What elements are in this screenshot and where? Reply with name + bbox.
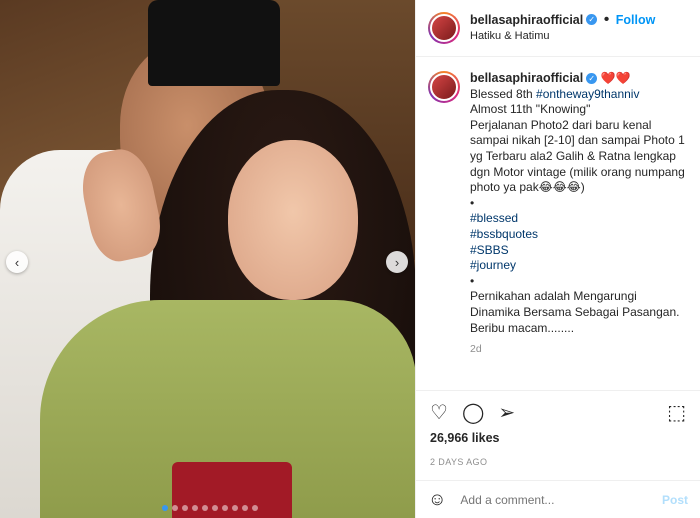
username-link[interactable]: bellasaphiraofficial xyxy=(470,13,583,27)
caption-line2: Almost 11th "Knowing" xyxy=(470,102,591,117)
carousel-dot xyxy=(202,505,208,511)
caption-line1: Blessed 8th xyxy=(470,86,537,101)
chevron-right-icon: › xyxy=(394,254,400,270)
caption: bellasaphiraofficial ✓ ❤️❤️ Blessed 8th #… xyxy=(416,57,700,358)
post-photo[interactable]: ‹ › xyxy=(0,0,415,518)
black-cap xyxy=(148,0,280,86)
caption-time: 2d xyxy=(470,343,482,356)
separator: • xyxy=(603,11,610,28)
carousel-dot xyxy=(162,505,168,511)
caption-bullet: • xyxy=(470,273,475,288)
caption-avatar[interactable] xyxy=(428,71,460,103)
carousel-dot xyxy=(172,505,178,511)
carousel-dot xyxy=(222,505,228,511)
hashtag-link[interactable]: #journey xyxy=(470,258,688,274)
carousel-dot xyxy=(232,505,238,511)
caption-bullet: • xyxy=(470,195,475,210)
header-text: bellasaphiraofficial ✓ • Follow Hatiku & … xyxy=(470,12,655,44)
comment-box: ☺ Post xyxy=(416,480,700,518)
next-slide-button[interactable]: › xyxy=(386,251,408,273)
avatar-image xyxy=(430,73,458,101)
share-icon[interactable]: ➢ xyxy=(498,403,515,423)
verified-badge-icon: ✓ xyxy=(586,14,598,26)
hearts-emoji: ❤️❤️ xyxy=(600,71,631,85)
avatar[interactable] xyxy=(428,12,460,44)
carousel-dots xyxy=(162,505,258,511)
caption-username-link[interactable]: bellasaphiraofficial xyxy=(470,71,583,85)
action-icons: ♡ ◯ ➢ ⬚ xyxy=(416,391,700,429)
carousel-dot xyxy=(192,505,198,511)
carousel-dot xyxy=(252,505,258,511)
carousel-dot xyxy=(242,505,248,511)
heart-icon[interactable]: ♡ xyxy=(430,403,448,423)
caption-body-end: 😂😂😂) xyxy=(538,180,585,195)
likes-count[interactable]: 26,966 likes xyxy=(416,429,700,447)
location-link[interactable]: Hatiku & Hatimu xyxy=(470,28,655,44)
verified-badge-icon: ✓ xyxy=(586,73,598,85)
hashtag-link[interactable]: #bssbquotes xyxy=(470,227,688,243)
post-side-panel: bellasaphiraofficial ✓ • Follow Hatiku & … xyxy=(415,0,700,518)
caption-closing: Pernikahan adalah Mengarungi Dinamika Be… xyxy=(470,289,680,335)
chevron-left-icon: ‹ xyxy=(14,254,20,270)
post-actions: ♡ ◯ ➢ ⬚ 26,966 likes 2 DAYS AGO xyxy=(416,390,700,467)
caption-text: bellasaphiraofficial ✓ ❤️❤️ Blessed 8th #… xyxy=(470,71,688,358)
bookmark-icon[interactable]: ⬚ xyxy=(667,403,686,423)
woman-face xyxy=(228,140,358,300)
comment-icon[interactable]: ◯ xyxy=(462,403,484,423)
post-header: bellasaphiraofficial ✓ • Follow Hatiku & … xyxy=(416,0,700,57)
carousel-dot xyxy=(212,505,218,511)
emoji-icon[interactable]: ☺ xyxy=(428,489,446,510)
comment-input[interactable] xyxy=(458,491,662,508)
instagram-post: ‹ › bellasaphiraofficial ✓ • Follow Hati… xyxy=(0,0,700,518)
hashtag-link[interactable]: #blessed xyxy=(470,211,688,227)
hashtag-link[interactable]: #SBBS xyxy=(470,243,688,259)
hashtag-link[interactable]: #ontheway9thanniv xyxy=(536,87,639,101)
carousel-dot xyxy=(182,505,188,511)
follow-button[interactable]: Follow xyxy=(616,13,656,27)
post-comment-button[interactable]: Post xyxy=(662,493,688,507)
avatar-image xyxy=(430,14,458,42)
previous-slide-button[interactable]: ‹ xyxy=(6,251,28,273)
post-date: 2 DAYS AGO xyxy=(430,457,488,467)
